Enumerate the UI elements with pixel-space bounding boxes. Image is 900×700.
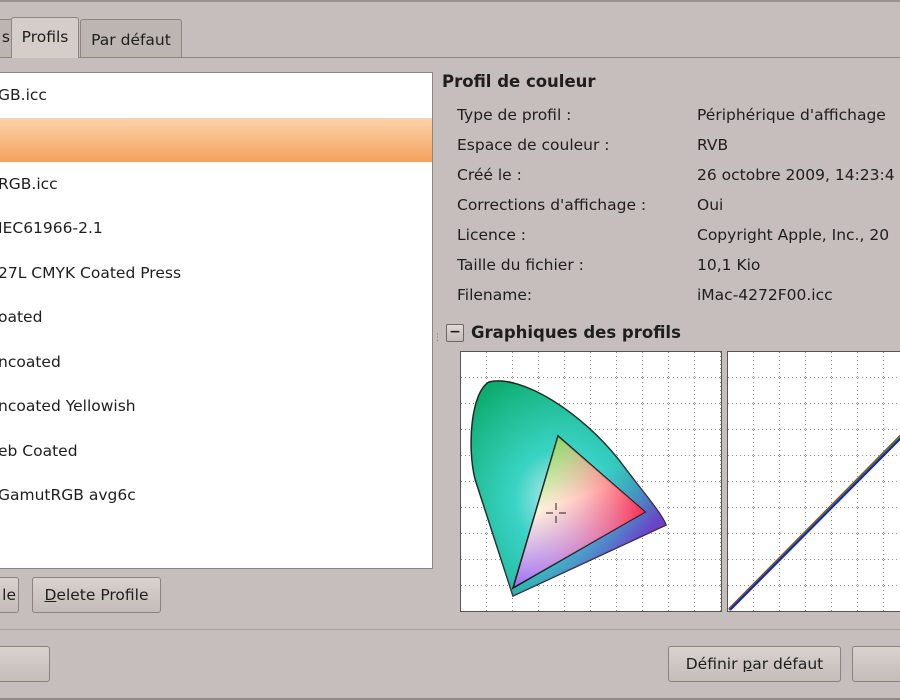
bottom-separator <box>0 629 900 630</box>
info-label: Type de profil : <box>457 106 572 124</box>
cie-gamut-svg <box>461 352 721 611</box>
tab-par-defaut-label: Par défaut <box>91 31 171 49</box>
delete-profile-label: elete Profile <box>56 586 149 604</box>
list-item-label: GamutRGB avg6c <box>0 486 136 504</box>
tab-profils[interactable]: Profils <box>11 17 79 58</box>
list-item[interactable]: 27L CMYK Coated Press <box>0 251 432 295</box>
section-title-graphiques: Graphiques des profils <box>471 323 681 342</box>
list-item-label: eb Coated <box>0 442 78 460</box>
list-item-selected[interactable] <box>0 118 432 162</box>
info-label: Espace de couleur : <box>457 136 610 154</box>
info-label: Créé le : <box>457 166 522 184</box>
list-item-label: oated <box>0 308 43 326</box>
list-item[interactable]: ncoated <box>0 340 432 384</box>
list-item[interactable]: RGB.icc <box>0 162 432 206</box>
info-label: Corrections d'affichage : <box>457 196 647 214</box>
section-title-profil: Profil de couleur <box>442 72 596 91</box>
list-item-label: RGB.icc <box>0 175 58 193</box>
tab-baseline <box>0 57 900 58</box>
list-item[interactable]: oated <box>0 295 432 339</box>
info-value: RVB <box>697 136 729 154</box>
profile-list[interactable]: GB.icc RGB.icc IEC61966-2.1 27L CMYK Coa… <box>0 72 433 569</box>
trc-curve-chart <box>727 351 900 612</box>
set-default-label-post: ar défaut <box>752 655 824 673</box>
collapse-toggle-button[interactable]: − <box>446 324 464 342</box>
info-label: Filename: <box>457 286 533 304</box>
info-label: Licence : <box>457 226 527 244</box>
list-item[interactable]: ncoated Yellowish <box>0 384 432 428</box>
import-profile-button-partial[interactable]: le <box>0 577 19 613</box>
pane-resize-handle[interactable]: ⋮ <box>433 334 442 350</box>
list-item-label: ncoated Yellowish <box>0 397 136 415</box>
list-item-label: IEC61966-2.1 <box>0 219 103 237</box>
tab-profils-label: Profils <box>21 28 69 46</box>
tab-par-defaut[interactable]: Par défaut <box>80 19 182 57</box>
list-item[interactable]: eb Coated <box>0 429 432 473</box>
info-label: Taille du fichier : <box>457 256 584 274</box>
window-top-edge <box>0 0 900 2</box>
list-item-label: 27L CMYK Coated Press <box>0 264 182 282</box>
list-item[interactable]: GB.icc <box>0 73 432 117</box>
list-item[interactable]: IEC61966-2.1 <box>0 206 432 250</box>
minus-icon: − <box>449 324 461 340</box>
cie-gamut-chart <box>460 351 722 612</box>
info-value: Périphérique d'affichage <box>697 106 886 124</box>
info-value: Copyright Apple, Inc., 20 <box>697 226 890 244</box>
list-item-label: GB.icc <box>0 86 47 104</box>
info-value: 10,1 Kio <box>697 256 761 274</box>
partial-button-label: le <box>2 586 16 604</box>
tab-partial-label: s <box>1 28 10 46</box>
list-item-label: ncoated <box>0 353 61 371</box>
close-button-partial[interactable] <box>852 646 900 682</box>
info-value: iMac-4272F00.icc <box>697 286 833 304</box>
list-item[interactable]: GamutRGB avg6c <box>0 473 432 517</box>
info-value: 26 octobre 2009, 14:23:4 <box>697 166 895 184</box>
set-default-mnemonic: p <box>742 655 753 673</box>
delete-profile-mnemonic: D <box>44 586 57 604</box>
set-default-button[interactable]: Définir par défaut <box>668 646 841 682</box>
info-value: Oui <box>697 196 724 214</box>
delete-profile-button[interactable]: Delete Profile <box>32 577 161 613</box>
help-button-partial[interactable] <box>0 646 50 682</box>
set-default-label-pre: Définir <box>685 655 743 673</box>
trc-curve-svg <box>728 352 900 611</box>
